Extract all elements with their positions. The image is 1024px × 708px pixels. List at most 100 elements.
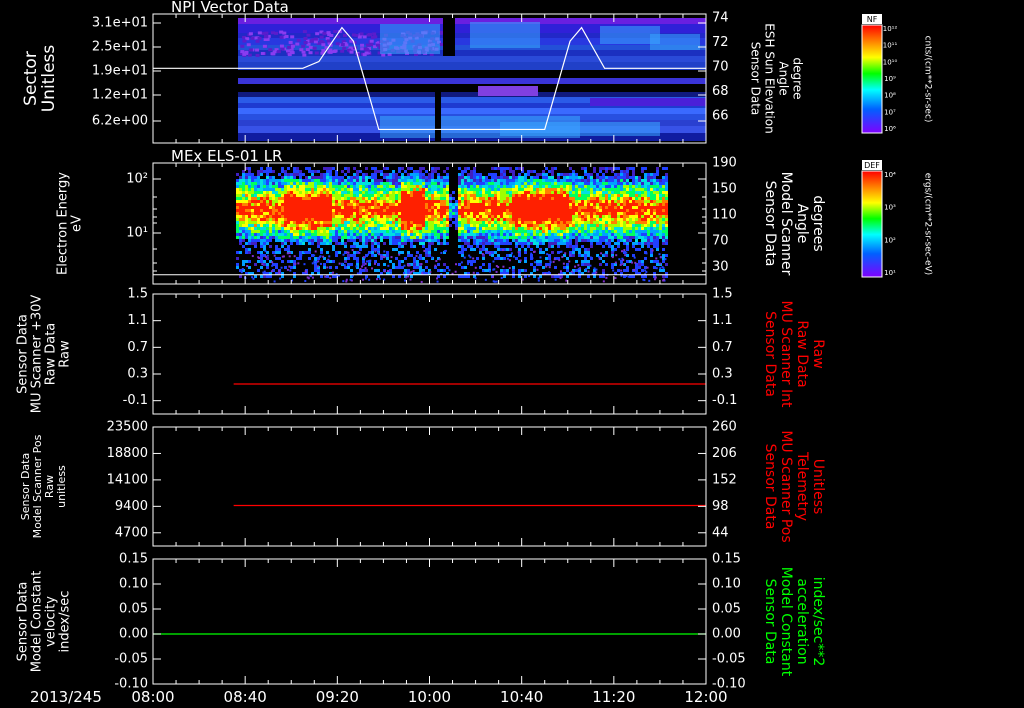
- spectrogram-cell: [281, 215, 284, 218]
- spectrogram-cell: [470, 260, 473, 263]
- spectrogram-cell: [287, 194, 290, 197]
- spectrogram-cell: [461, 206, 464, 209]
- spectrogram-cell: [488, 215, 491, 218]
- right-axis-label: Angle: [794, 204, 810, 244]
- spectrogram-cell: [662, 203, 665, 206]
- spectrogram-cell: [257, 221, 260, 224]
- spectrogram-cell: [263, 263, 266, 266]
- spectrogram-cell: [533, 194, 536, 197]
- spectrogram-cell: [590, 218, 593, 221]
- spectrogram-cell: [500, 227, 503, 230]
- spectrogram-cell: [464, 215, 467, 218]
- heatmap-cell: [301, 44, 306, 48]
- spectrogram-cell: [575, 203, 578, 206]
- spectrogram-cell: [653, 221, 656, 224]
- spectrogram-cell: [413, 191, 416, 194]
- spectrogram-cell: [647, 191, 650, 194]
- spectrogram-cell: [572, 218, 575, 221]
- spectrogram-cell: [605, 194, 608, 197]
- spectrogram-cell: [506, 185, 509, 188]
- spectrogram-cell: [602, 179, 605, 182]
- spectrogram-cell: [497, 224, 500, 227]
- spectrogram-cell: [356, 197, 359, 200]
- spectrogram-cell: [485, 212, 488, 215]
- spectrogram-cell: [440, 269, 443, 272]
- right-tick-label: 98: [712, 499, 729, 514]
- spectrogram-cell: [299, 206, 302, 209]
- spectrogram-cell: [664, 258, 667, 261]
- spectrogram-cell: [386, 209, 389, 212]
- spectrogram-cell: [437, 176, 440, 179]
- spectrogram-cell: [602, 227, 605, 230]
- y-tick-label: 1.2e+01: [92, 88, 148, 103]
- spectrogram-cell: [332, 206, 335, 209]
- spectrogram-cell: [326, 191, 329, 194]
- spectrogram-cell: [524, 188, 527, 191]
- spectrogram-cell: [353, 203, 356, 206]
- spectrogram-cell: [438, 258, 441, 261]
- spectrogram-cell: [503, 179, 506, 182]
- spectrogram-cell: [476, 215, 479, 218]
- spectrogram-cell: [407, 239, 410, 242]
- spectrogram-cell: [560, 233, 563, 236]
- spectrogram-cell: [653, 182, 656, 185]
- spectrogram-cell: [272, 170, 275, 173]
- spectrogram-cell: [653, 173, 656, 176]
- spectrogram-cell: [518, 191, 521, 194]
- spectrogram-cell: [287, 173, 290, 176]
- spectrogram-cell: [509, 227, 512, 230]
- spectrogram-cell: [386, 206, 389, 209]
- spectrogram-cell: [629, 200, 632, 203]
- colorbar-tick-label: 10²: [884, 236, 896, 244]
- spectrogram-cell: [542, 206, 545, 209]
- spectrogram-cell: [359, 230, 362, 233]
- spectrogram-cell: [470, 209, 473, 212]
- spectrogram-cell: [464, 233, 467, 236]
- spectrogram-cell: [617, 176, 620, 179]
- spectrogram-cell: [614, 233, 617, 236]
- spectrogram-cell: [269, 233, 272, 236]
- spectrogram-cell: [590, 230, 593, 233]
- spectrogram-cell: [572, 215, 575, 218]
- spectrogram-cell: [371, 197, 374, 200]
- spectrogram-cell: [245, 212, 248, 215]
- spectrogram-cell: [512, 227, 515, 230]
- spectrogram-cell: [305, 224, 308, 227]
- spectrogram-cell: [656, 194, 659, 197]
- spectrogram-cell: [620, 200, 623, 203]
- spectrogram-cell: [524, 179, 527, 182]
- spectrogram-cell: [416, 191, 419, 194]
- spectrogram-cell: [614, 224, 617, 227]
- spectrogram-cell: [314, 200, 317, 203]
- spectrogram-cell: [323, 206, 326, 209]
- spectrogram-cell: [482, 200, 485, 203]
- heatmap-cell: [314, 51, 319, 55]
- spectrogram-cell: [479, 227, 482, 230]
- spectrogram-cell: [545, 200, 548, 203]
- spectrogram-cell: [437, 224, 440, 227]
- heatmap-cell: [264, 31, 269, 35]
- spectrogram-cell: [509, 182, 512, 185]
- spectrogram-cell: [566, 257, 569, 260]
- spectrogram-cell: [509, 185, 512, 188]
- spectrogram-cell: [311, 197, 314, 200]
- spectrogram-cell: [605, 230, 608, 233]
- spectrogram-cell: [503, 242, 506, 245]
- spectrogram-cell: [515, 230, 518, 233]
- spectrogram-cell: [362, 218, 365, 221]
- spectrogram-cell: [275, 239, 278, 242]
- spectrogram-cell: [596, 236, 599, 239]
- spectrogram-cell: [602, 176, 605, 179]
- spectrogram-cell: [377, 221, 380, 224]
- spectrogram-cell: [284, 215, 287, 218]
- spectrogram-cell: [446, 200, 449, 203]
- spectrogram-cell: [587, 182, 590, 185]
- spectrogram-cell: [419, 215, 422, 218]
- right-tick-label: 0.05: [712, 602, 741, 617]
- spectrogram-cell: [359, 224, 362, 227]
- spectrogram-cell: [620, 185, 623, 188]
- spectrogram-cell: [263, 170, 266, 173]
- spectrogram-cell: [551, 182, 554, 185]
- spectrogram-cell: [269, 224, 272, 227]
- spectrogram-cell: [464, 230, 467, 233]
